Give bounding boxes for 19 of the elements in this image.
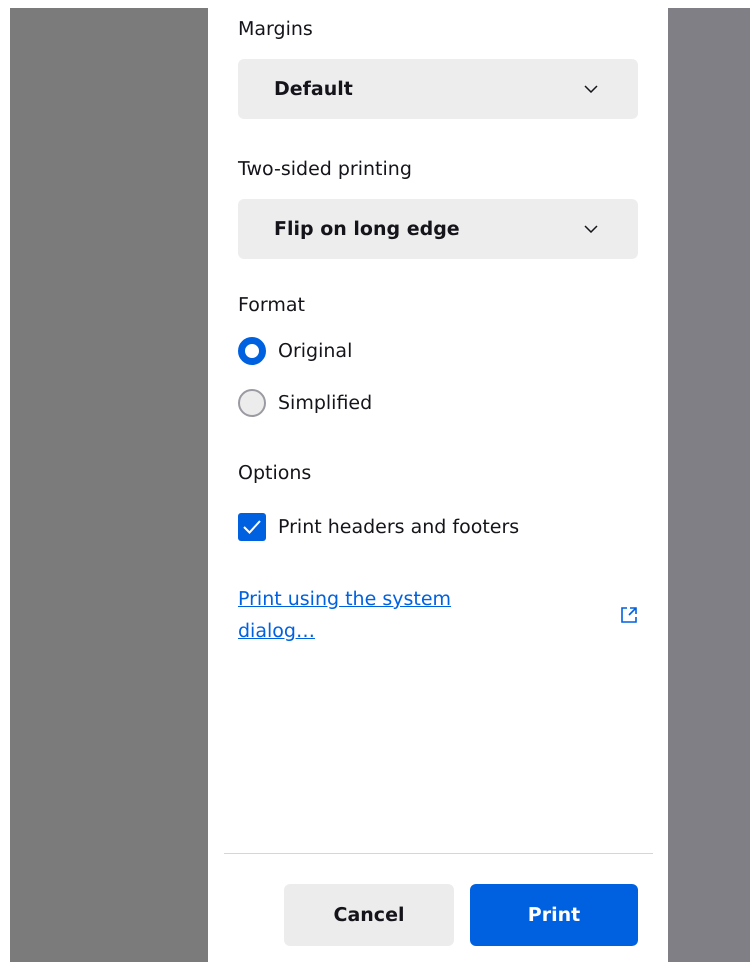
dropdown[interactable]: Flip on long edge (238, 199, 638, 259)
radio-label: Original (278, 340, 352, 362)
section-label: Format (238, 293, 306, 317)
section-label: Options (238, 461, 312, 485)
checkbox-label: Print headers and footers (278, 516, 520, 538)
checkmark-icon (242, 519, 262, 535)
chevron-down-icon (584, 85, 598, 93)
print-button[interactable]: Print (470, 884, 638, 946)
checkbox[interactable] (238, 513, 266, 541)
field-label: Margins (238, 17, 314, 41)
radio-label: Simplified (278, 392, 372, 414)
cancel-button[interactable]: Cancel (284, 884, 454, 946)
radio-button[interactable] (238, 389, 266, 417)
chevron-down-icon (584, 225, 598, 233)
radio-button[interactable] (238, 337, 266, 365)
dropdown[interactable]: Default (238, 59, 638, 119)
system-dialog-link[interactable]: Print using the system dialog… (238, 583, 528, 647)
external-link-icon (620, 606, 638, 624)
field-label: Two-sided printing (238, 157, 413, 181)
